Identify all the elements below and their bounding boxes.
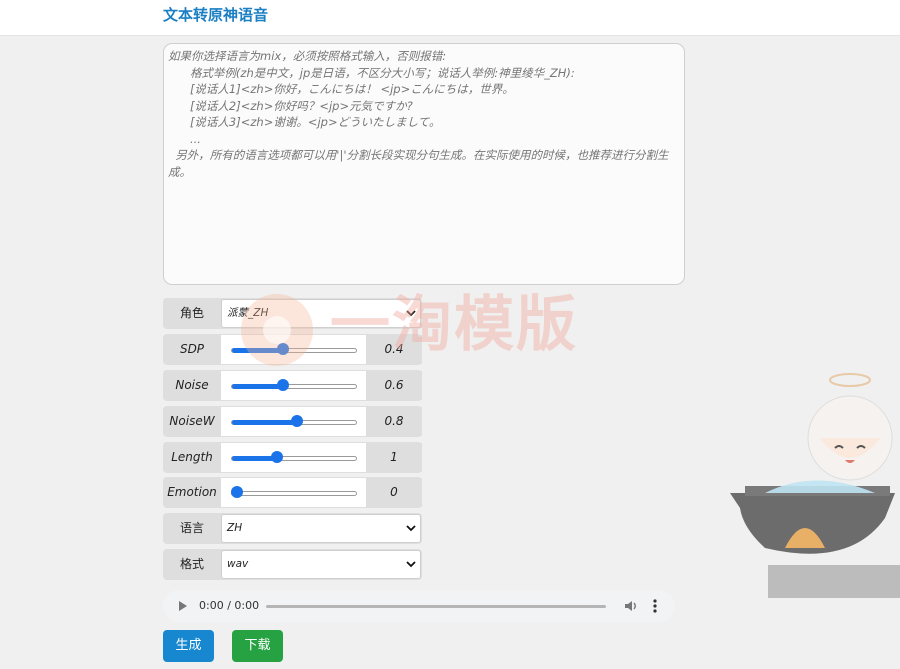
slider-fill [232,384,284,389]
noise-w-row: NoiseW 0.8 [163,406,422,437]
slider-thumb[interactable] [276,343,289,355]
emotion-row: Emotion 0 [163,477,422,508]
length-slider[interactable] [221,443,366,472]
slider-track [231,384,357,389]
noise-row: Noise 0.6 [163,370,422,401]
audio-time: 0:00 / 0:00 [199,599,260,612]
download-button[interactable]: 下载 [232,630,283,662]
slider-fill [232,348,284,353]
format-select[interactable]: wav [221,550,421,579]
length-value[interactable]: 1 [366,443,422,472]
watermark-logo-icon [241,294,313,366]
chevron-down-icon [406,561,416,568]
text-input[interactable] [163,43,685,285]
emotion-slider[interactable] [221,478,366,507]
language-select[interactable]: ZH [221,514,421,543]
slider-thumb[interactable] [231,486,243,498]
language-value: ZH [227,522,243,534]
app-title: 文本转原神语音 [163,6,269,24]
slider-fill [232,420,299,425]
noise-value[interactable]: 0.6 [366,371,422,400]
slider-track [231,348,357,353]
format-row: 格式 wav [163,549,422,580]
noise-w-value[interactable]: 0.8 [366,407,422,436]
volume-icon[interactable] [624,599,638,613]
length-label: Length [171,450,213,464]
noise-w-label: NoiseW [169,414,215,428]
noise-slider[interactable] [221,371,366,400]
audio-progress-bar[interactable] [266,605,606,608]
top-bar: 文本转原神语音 [0,0,900,36]
format-label: 格式 [179,557,204,571]
emotion-value[interactable]: 0 [366,478,422,507]
speaker-select[interactable]: 派蒙_ZH [221,299,421,328]
slider-thumb[interactable] [276,379,289,391]
sdp-ratio-value[interactable]: 0.4 [366,335,422,364]
play-icon[interactable] [179,601,187,611]
language-label: 语言 [179,521,204,535]
generate-button[interactable]: 生成 [163,630,214,662]
more-options-icon[interactable] [652,598,658,614]
speaker-value: 派蒙_ZH [227,307,269,319]
slider-thumb[interactable] [291,415,304,427]
speaker-label: 角色 [179,306,204,320]
emotion-label: Emotion [167,485,217,499]
sdp-ratio-label: SDP Ratio [176,342,207,387]
speaker-row: 角色 派蒙_ZH [163,298,422,329]
chevron-down-icon [406,310,416,317]
sdp-ratio-slider[interactable] [221,335,366,364]
slider-track [231,456,357,461]
noise-w-slider[interactable] [221,407,366,436]
noise-label: Noise [175,378,209,392]
slider-track [231,491,357,496]
length-row: Length 1 [163,442,422,473]
sdp-ratio-row: SDP Ratio 0.4 [163,334,422,387]
chevron-down-icon [406,525,416,532]
audio-player: 0:00 / 0:00 [163,590,675,622]
mascot-illustration [730,373,900,598]
format-value: wav [227,558,249,570]
slider-thumb[interactable] [270,451,283,463]
language-row: 语言 ZH [163,513,422,544]
